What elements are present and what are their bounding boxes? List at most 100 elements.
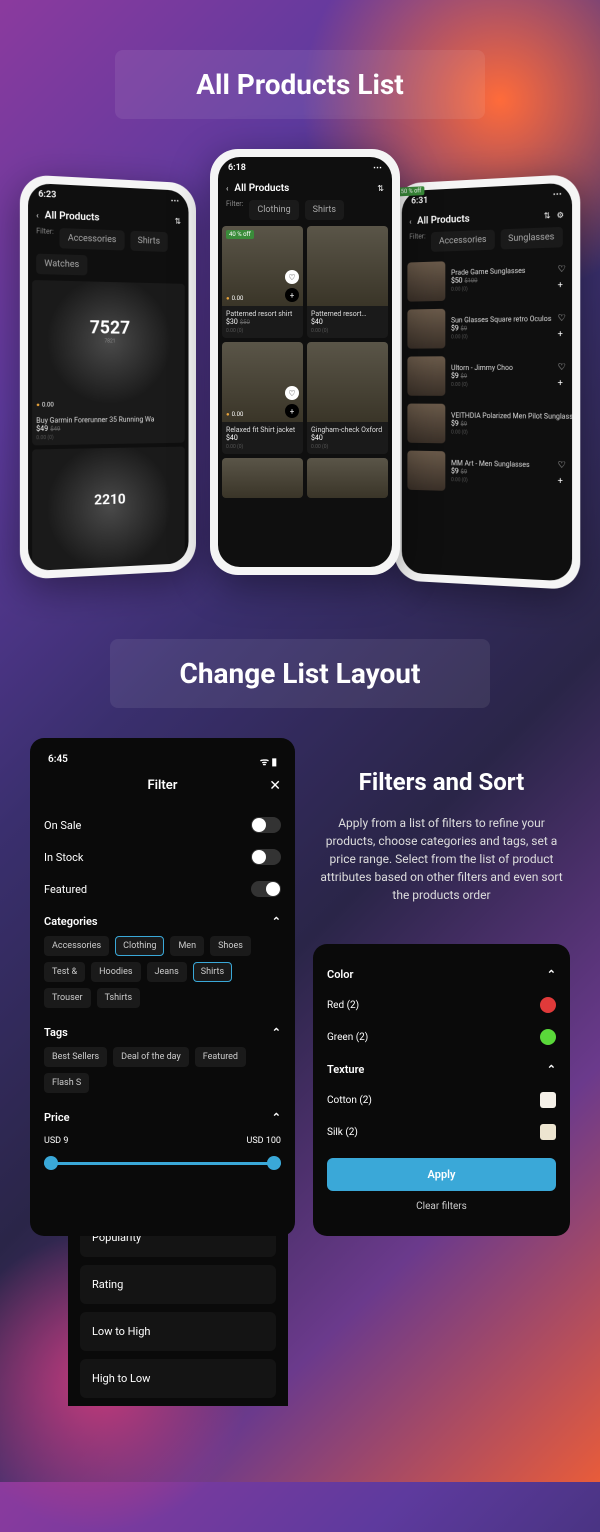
plus-icon[interactable]: + [558,330,566,340]
category-chip[interactable]: Shirts [193,962,232,982]
texture-option[interactable]: Silk (2) [327,1116,556,1148]
filter-icon[interactable]: ⇅ [377,184,384,193]
status-icons: ⋯ [373,163,382,173]
list-item[interactable]: Sun Glasses Square retro Oculos $9$9 0.0… [402,302,572,352]
category-chips: Accessories Clothing Men Shoes Test & Hoodies… [44,936,281,1016]
old-price: $9 [461,468,468,475]
plus-icon[interactable]: + [285,404,299,418]
sort-option[interactable]: High to Low [80,1359,276,1398]
stock-badge: 0.00 [226,411,243,418]
product-image [222,458,303,498]
product-card[interactable]: 40 % off 0.00 ♡ + Patterned resort shirt… [222,226,303,338]
product-card[interactable]: 7527 7821 0.00 Buy Garmin Forerunner 35 … [32,280,185,445]
product-title: Relaxed fit Shirt jacket [226,426,299,434]
back-icon[interactable]: ‹ [226,184,228,193]
tag-chip[interactable]: Featured [195,1047,246,1067]
chip[interactable]: Watches [36,254,87,276]
heart-icon[interactable]: ♡ [285,270,299,284]
tag-chip[interactable]: Flash S [44,1073,89,1093]
chip[interactable]: Sunglasses [500,227,562,250]
product-card[interactable]: Gingham-check Oxford Shirt $40 0.00 (0) [307,342,388,454]
chip[interactable]: Shirts [305,200,344,220]
texture-swatch [540,1124,556,1140]
tags-label: Tags [44,1026,68,1039]
back-icon[interactable]: ‹ [409,217,411,226]
plus-icon[interactable]: + [285,288,299,302]
status-time: 6:23 [38,189,56,200]
chevron-up-icon[interactable]: ⌃ [272,1026,281,1039]
list-item[interactable]: Ultorn - Jimmy Choo $9$9 0.00 (0) ♡ + [402,351,572,400]
product-thumb [407,356,445,396]
heart-icon[interactable]: ♡ [558,460,566,470]
category-chip[interactable]: Hoodies [91,962,140,982]
product-card[interactable] [222,458,303,498]
category-chip[interactable]: Test & [44,962,85,982]
toggle-switch[interactable] [251,881,281,897]
plus-icon[interactable]: + [558,379,566,389]
close-icon[interactable]: ✕ [269,778,281,794]
heart-icon[interactable]: ♡ [558,265,566,275]
filter-icon[interactable]: ⇅ [175,217,181,226]
clear-filters-button[interactable]: Clear filters [327,1191,556,1222]
product-image [307,226,388,306]
price: $40 [226,434,238,442]
page-title: All Products [417,211,537,227]
slider-handle-min[interactable] [44,1156,58,1170]
tag-chip[interactable]: Best Sellers [44,1047,107,1067]
phone-center: 6:18 ⋯ ‹ All Products ⇅ Filter: Clothing… [210,149,400,575]
product-title: Patterned resort shirt [226,310,299,318]
product-title: Patterned resort… [311,310,384,318]
plus-icon[interactable]: + [558,477,566,487]
toggle-switch[interactable] [251,849,281,865]
chevron-up-icon[interactable]: ⌃ [547,968,556,981]
slider-handle-max[interactable] [267,1156,281,1170]
texture-option[interactable]: Cotton (2) [327,1084,556,1116]
product-thumb [407,404,445,444]
status-icons: ⋯ [553,189,562,200]
list-item[interactable]: VEITHDIA Polarized Men Pilot Sunglass $9… [402,400,572,450]
product-card[interactable]: 0.00 ♡ + Relaxed fit Shirt jacket $40 0.… [222,342,303,454]
category-chip[interactable]: Shoes [210,936,251,956]
list-item[interactable]: MM Art - Men Sunglasses $9$9 0.00 (0) ♡ … [402,447,572,499]
product-card[interactable]: Patterned resort… $40 0.00 (0) [307,226,388,338]
settings-icon[interactable]: ⚙ [557,210,564,219]
tag-chip[interactable]: Deal of the day [113,1047,189,1067]
price-slider[interactable] [44,1154,281,1174]
list-item[interactable]: 50 % off Prade Game Sunglasses $50$100 0… [402,253,572,306]
product-title: Sun Glasses Square retro Oculos [451,315,552,325]
chevron-up-icon[interactable]: ⌃ [272,1111,281,1124]
toggle-switch[interactable] [251,817,281,833]
apply-button[interactable]: Apply [327,1158,556,1191]
category-chip[interactable]: Tshirts [97,988,141,1008]
stock-badge: 0.00 [36,401,54,408]
tag-chips: Best Sellers Deal of the day Featured Flash… [44,1047,281,1101]
heading-change-layout: Change List Layout [110,639,490,708]
chip[interactable]: Shirts [130,231,168,252]
filter-icon[interactable]: ⇅ [544,211,551,220]
category-chip[interactable]: Jeans [147,962,187,982]
chevron-up-icon[interactable]: ⌃ [547,1063,556,1076]
chevron-up-icon[interactable]: ⌃ [272,915,281,928]
texture-label: Texture [327,1063,364,1076]
plus-icon[interactable]: + [558,281,566,291]
price: $40 [311,318,323,326]
app-header: ‹ All Products ⇅ [218,179,392,198]
back-icon[interactable]: ‹ [36,211,38,220]
heart-icon[interactable]: ♡ [558,314,566,324]
chip[interactable]: Accessories [60,228,124,250]
toggle-label: In Stock [44,851,83,864]
sort-option[interactable]: Low to High [80,1312,276,1351]
category-chip[interactable]: Clothing [115,936,164,956]
product-card[interactable]: 2210 0.00 Black Wearable Garim [32,447,185,572]
color-option[interactable]: Green (2) [327,1021,556,1053]
chip[interactable]: Clothing [249,200,298,220]
chip[interactable]: Accessories [431,230,494,252]
category-chip[interactable]: Accessories [44,936,109,956]
category-chip[interactable]: Trouser [44,988,91,1008]
product-card[interactable] [307,458,388,498]
heart-icon[interactable]: ♡ [285,386,299,400]
heart-icon[interactable]: ♡ [558,363,566,373]
category-chip[interactable]: Men [170,936,204,956]
texture-label: Cotton (2) [327,1095,372,1106]
color-option[interactable]: Red (2) [327,989,556,1021]
